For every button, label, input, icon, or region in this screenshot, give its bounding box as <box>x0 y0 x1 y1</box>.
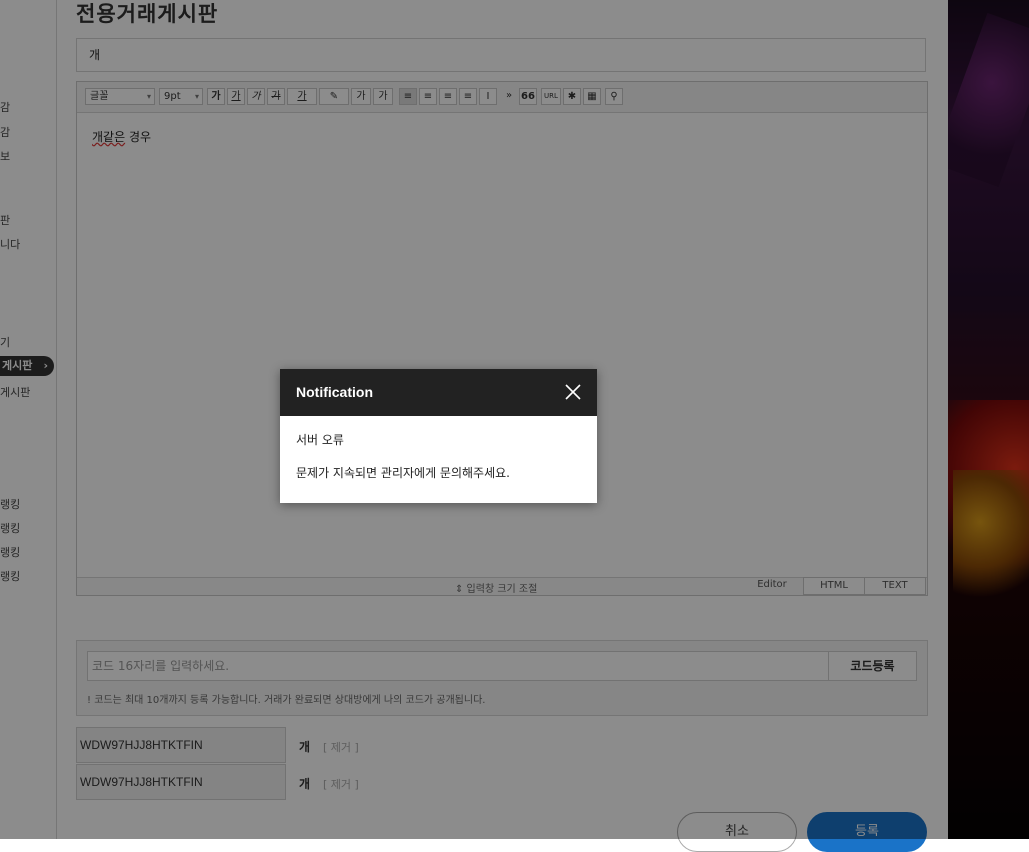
notification-dialog: Notification 서버 오류 문제가 지속되면 관리자에게 문의해주세요… <box>280 369 597 503</box>
dialog-message: 서버 오류 <box>296 433 344 447</box>
dialog-title: Notification <box>296 384 373 400</box>
dialog-body: 서버 오류 문제가 지속되면 관리자에게 문의해주세요. <box>280 416 597 495</box>
dialog-message: 문제가 지속되면 관리자에게 문의해주세요. <box>296 466 510 480</box>
close-icon[interactable] <box>563 382 583 402</box>
dialog-header: Notification <box>280 369 597 416</box>
page: 감 감 보 판 니다 기 게시판 › 게시판 랭킹 랭킹 랭킹 랭킹 전용거래게… <box>0 0 1029 852</box>
